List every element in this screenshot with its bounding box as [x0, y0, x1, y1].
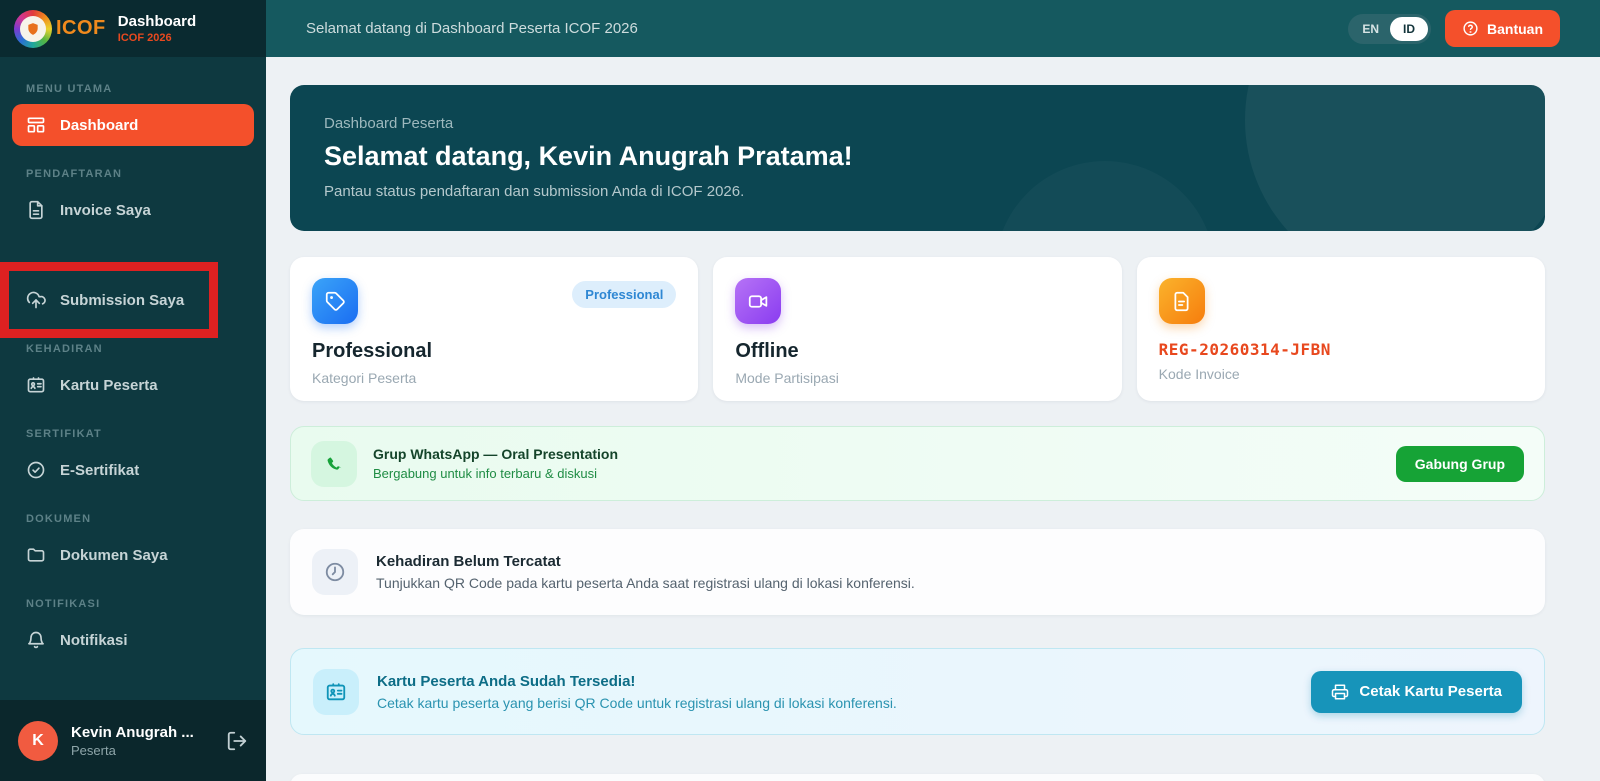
icof-logo-ring — [14, 10, 52, 48]
user-name: Kevin Anugrah ... — [71, 724, 194, 741]
sidebar-item-dashboard[interactable]: Dashboard — [12, 104, 254, 146]
video-camera-icon — [748, 291, 769, 312]
avatar: K — [18, 721, 58, 761]
sidebar-item-label: Dokumen Saya — [60, 547, 168, 564]
document-icon — [1171, 291, 1192, 312]
section-label-notifikasi: NOTIFIKASI — [26, 598, 240, 611]
participant-card-subtitle: Cetak kartu peserta yang berisi QR Code … — [377, 695, 897, 711]
help-circle-icon — [1462, 20, 1479, 37]
invoice-code-card: REG-20260314-JFBN Kode Invoice — [1137, 257, 1545, 401]
participation-mode-label: Mode Partisipasi — [735, 370, 1099, 386]
sidebar-subtitle: ICOF 2026 — [118, 32, 196, 44]
clock-icon — [324, 561, 346, 583]
welcome-banner: Dashboard Peserta Selamat datang, Kevin … — [290, 85, 1545, 231]
sidebar: ICOF Dashboard ICOF 2026 MENU UTAMA Dash… — [0, 0, 266, 781]
sidebar-item-dokumen-saya[interactable]: Dokumen Saya — [12, 534, 254, 576]
tag-icon — [325, 291, 346, 312]
whatsapp-title: Grup WhatsApp — Oral Presentation — [373, 446, 618, 462]
language-toggle: EN ID — [1348, 14, 1431, 44]
section-label-sertifikat: SERTIFIKAT — [26, 428, 240, 441]
upload-cloud-icon — [26, 290, 46, 310]
category-badge: Professional — [572, 281, 676, 308]
sidebar-user-panel: K Kevin Anugrah ... Peserta — [0, 700, 266, 781]
invoice-icon — [26, 200, 46, 220]
attendance-title: Kehadiran Belum Tercatat — [376, 553, 915, 570]
sidebar-item-kartu-peserta[interactable]: Kartu Peserta — [12, 364, 254, 406]
print-card-label: Cetak Kartu Peserta — [1359, 683, 1502, 700]
stat-cards-row: Professional Professional Kategori Peser… — [290, 257, 1545, 401]
sidebar-item-label: Submission Saya — [60, 292, 184, 309]
lang-option-id[interactable]: ID — [1390, 17, 1428, 41]
main-area: Selamat datang di Dashboard Peserta ICOF… — [266, 0, 1600, 781]
id-card-icon — [325, 681, 347, 703]
print-card-button[interactable]: Cetak Kartu Peserta — [1311, 671, 1522, 713]
sidebar-item-label: Notifikasi — [60, 632, 128, 649]
sidebar-header: ICOF Dashboard ICOF 2026 — [0, 0, 266, 57]
section-label-kehadiran: KEHADIRAN — [26, 343, 240, 356]
sidebar-nav: MENU UTAMA Dashboard PENDAFTARAN Invoice… — [0, 57, 266, 700]
participant-card-banner: Kartu Peserta Anda Sudah Tersedia! Cetak… — [290, 648, 1545, 735]
invoice-code-label: Kode Invoice — [1159, 366, 1523, 382]
sidebar-item-notifikasi[interactable]: Notifikasi — [12, 619, 254, 661]
logout-button[interactable] — [226, 730, 248, 752]
participation-mode-value: Offline — [735, 340, 1099, 363]
phone-icon — [324, 454, 344, 474]
attendance-subtitle: Tunjukkan QR Code pada kartu peserta And… — [376, 575, 915, 591]
sidebar-item-e-sertifikat[interactable]: E-Sertifikat — [12, 449, 254, 491]
content: Dashboard Peserta Selamat datang, Kevin … — [266, 57, 1600, 781]
banner-decor-circle — [1245, 85, 1545, 231]
partial-card — [290, 774, 1545, 781]
lang-option-en[interactable]: EN — [1351, 17, 1390, 41]
section-label-menu-utama: MENU UTAMA — [26, 83, 240, 96]
whatsapp-banner: Grup WhatsApp — Oral Presentation Bergab… — [290, 426, 1545, 501]
folder-icon — [26, 545, 46, 565]
sidebar-title: Dashboard — [118, 13, 196, 30]
section-label-dokumen: DOKUMEN — [26, 513, 240, 526]
sidebar-item-label: Invoice Saya — [60, 202, 151, 219]
whatsapp-subtitle: Bergabung untuk info terbaru & diskusi — [373, 466, 618, 481]
sidebar-item-submission-saya[interactable]: Submission Saya — [12, 279, 254, 321]
sidebar-item-label: Dashboard — [60, 117, 138, 134]
attendance-card: Kehadiran Belum Tercatat Tunjukkan QR Co… — [290, 529, 1545, 615]
help-button-label: Bantuan — [1487, 21, 1543, 37]
user-role: Peserta — [71, 743, 194, 758]
category-card: Professional Professional Kategori Peser… — [290, 257, 698, 401]
bell-icon — [26, 630, 46, 650]
section-label-pendaftaran: PENDAFTARAN — [26, 168, 240, 181]
sidebar-item-label: Kartu Peserta — [60, 377, 158, 394]
dashboard-icon — [26, 115, 46, 135]
participation-mode-card: Offline Mode Partisipasi — [713, 257, 1121, 401]
participant-card-title: Kartu Peserta Anda Sudah Tersedia! — [377, 673, 897, 690]
shield-icon — [26, 22, 40, 36]
topbar: Selamat datang di Dashboard Peserta ICOF… — [266, 0, 1600, 57]
sidebar-item-invoice-saya[interactable]: Invoice Saya — [12, 189, 254, 231]
category-label: Kategori Peserta — [312, 370, 676, 386]
topbar-welcome-text: Selamat datang di Dashboard Peserta ICOF… — [306, 20, 638, 37]
join-group-button[interactable]: Gabung Grup — [1396, 446, 1524, 482]
icof-logo: ICOF — [14, 10, 106, 48]
check-circle-icon — [26, 460, 46, 480]
printer-icon — [1331, 683, 1349, 701]
help-button[interactable]: Bantuan — [1445, 10, 1560, 47]
category-value: Professional — [312, 340, 676, 363]
brand-text: ICOF — [56, 17, 106, 40]
invoice-code-value: REG-20260314-JFBN — [1159, 340, 1523, 359]
logout-icon — [226, 730, 248, 752]
sidebar-item-label: E-Sertifikat — [60, 462, 139, 479]
id-card-icon — [26, 375, 46, 395]
